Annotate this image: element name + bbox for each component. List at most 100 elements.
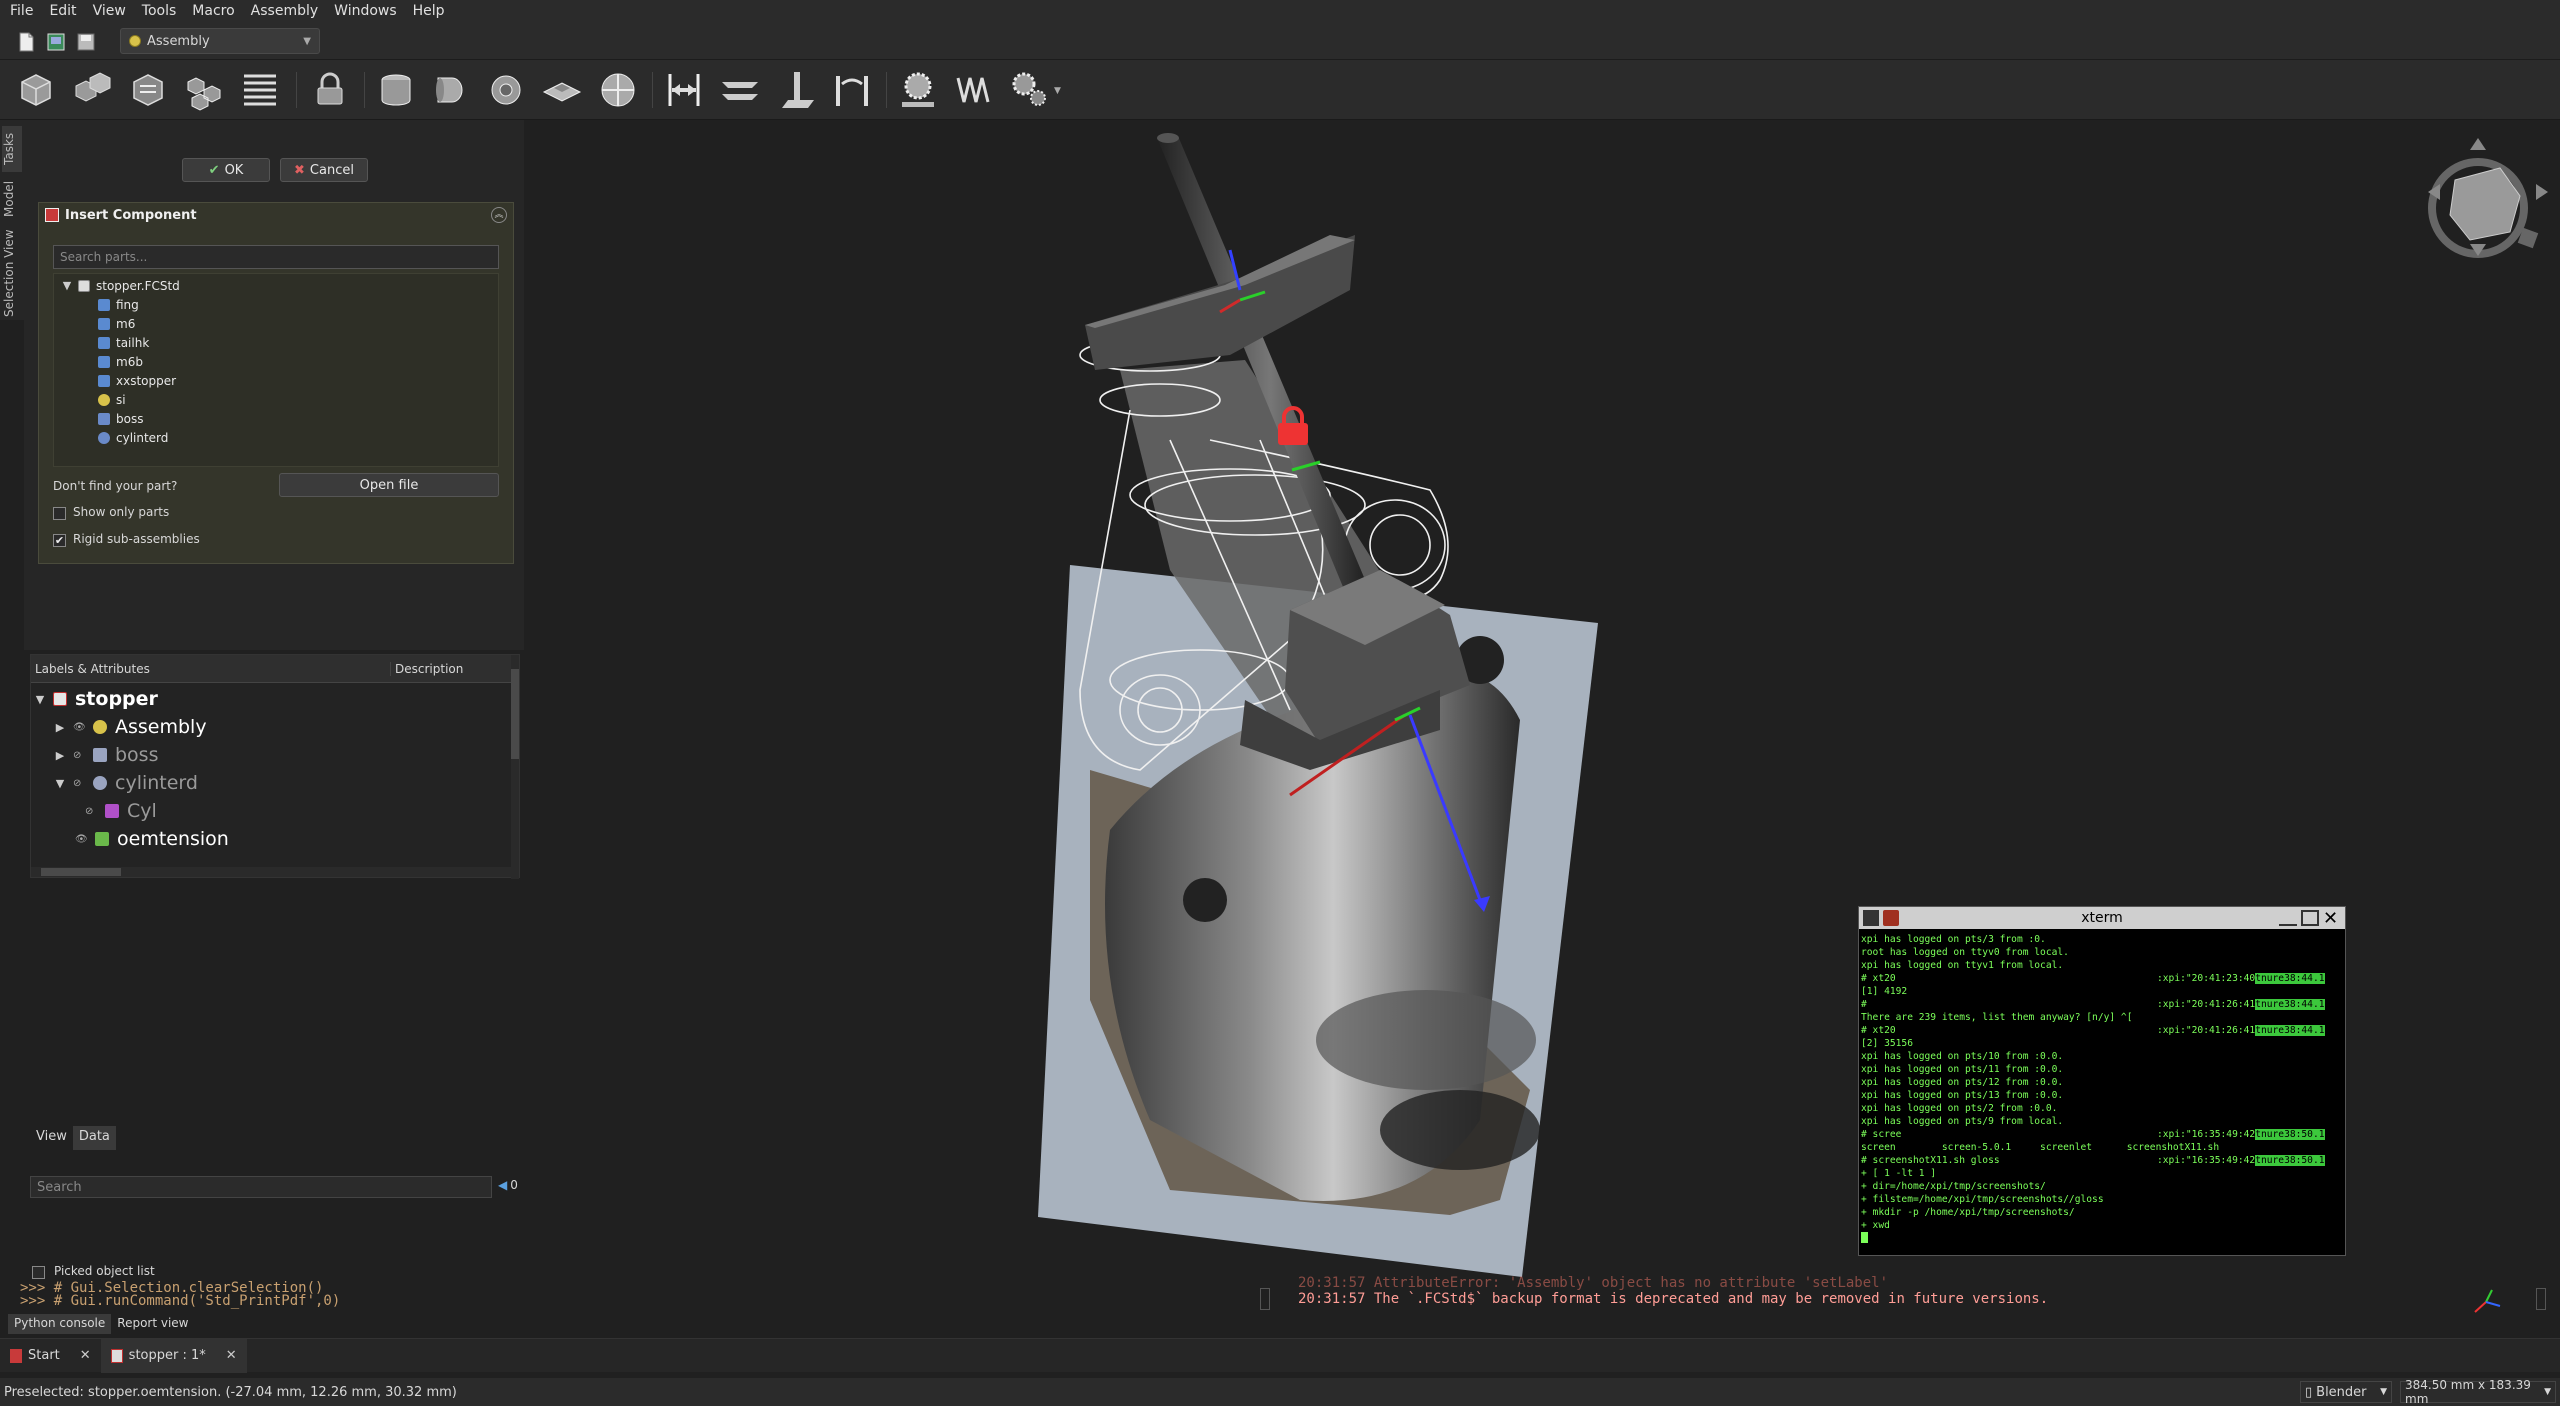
open-file-button[interactable]: Open file (279, 473, 499, 497)
python-console[interactable]: >>> # Gui.Selection.clearSelection() >>>… (20, 1281, 340, 1308)
lock-joint-icon[interactable] (308, 68, 352, 112)
gear-joint-icon[interactable] (896, 68, 940, 112)
parts-tree[interactable]: ▼ stopper.FCStd fing m6 tailhk m6b xxsto… (53, 273, 499, 467)
close-icon[interactable]: ✕ (80, 1348, 91, 1363)
create-bom-group-icon[interactable] (182, 68, 226, 112)
screw-joint-icon[interactable] (952, 68, 996, 112)
collapse-arrow-icon[interactable]: ▼ (35, 693, 45, 706)
dimension-display[interactable]: 384.50 mm x 183.39 mm ▼ (2400, 1378, 2556, 1406)
menu-edit[interactable]: Edit (41, 3, 84, 19)
chevron-down-icon[interactable]: ▼ (1054, 86, 1061, 96)
picked-object-list-checkbox[interactable] (32, 1266, 45, 1279)
insert-component-icon[interactable] (70, 68, 114, 112)
chevron-down-icon: ▼ (2544, 1387, 2551, 1397)
menu-macro[interactable]: Macro (184, 3, 242, 19)
tab-data[interactable]: Data (72, 1126, 116, 1150)
tab-view[interactable]: View (30, 1126, 73, 1150)
workbench-selector[interactable]: Assembly ▼ (120, 28, 320, 54)
body-icon (98, 412, 110, 425)
insert-new-part-icon[interactable] (126, 68, 170, 112)
collapse-arrow-icon[interactable]: ▼ (55, 777, 65, 790)
menu-windows[interactable]: Windows (326, 3, 405, 19)
property-search-input[interactable]: Search (30, 1176, 492, 1198)
eye-hidden-icon[interactable]: ⊘ (73, 750, 85, 761)
part-item-fing[interactable]: fing (98, 295, 139, 314)
tab-selection-view[interactable]: Selection View (2, 226, 22, 320)
scroll-left-arrow[interactable] (1260, 1288, 1270, 1310)
tab-tasks[interactable]: Tasks (2, 126, 22, 172)
xterm-line-text: [2] 35156 (1861, 1038, 1913, 1049)
parallel-joint-icon[interactable] (718, 68, 762, 112)
rigid-sub-assemblies-checkbox[interactable]: ✔ (53, 534, 66, 547)
rod-end (1157, 133, 1179, 143)
cylindrical-joint-icon[interactable] (484, 68, 528, 112)
xterm-line-text: xpi has logged on pts/9 from local. (1861, 1116, 2064, 1127)
perpendicular-joint-icon[interactable] (774, 68, 818, 112)
menu-help[interactable]: Help (405, 3, 453, 19)
part-item-xxstopper[interactable]: xxstopper (98, 371, 176, 390)
search-parts-input[interactable]: Search parts... (53, 245, 499, 269)
tree-row-oemtension[interactable]: 👁 oemtension (75, 825, 229, 853)
expand-arrow-icon[interactable]: ▼ (62, 279, 72, 292)
ok-button[interactable]: ✔ OK (182, 158, 270, 182)
navigation-style-selector[interactable]: ▯ Blender ▼ (2300, 1381, 2392, 1403)
scroll-right-arrow[interactable] (2536, 1288, 2546, 1310)
revolute-joint-icon[interactable] (428, 68, 472, 112)
part-item-boss[interactable]: boss (98, 409, 143, 428)
tab-report-view[interactable]: Report view (111, 1314, 194, 1334)
part-item-m6b[interactable]: m6b (98, 352, 143, 371)
bom-list-icon[interactable] (238, 68, 282, 112)
tab-python-console[interactable]: Python console (8, 1314, 112, 1334)
expand-arrow-icon[interactable]: ▶ (55, 749, 65, 762)
simulation-gears-icon[interactable] (1008, 68, 1052, 112)
tree-row-cyl[interactable]: ⊘ Cyl (85, 797, 157, 825)
xterm-window[interactable]: xterm ✕ xpi has logged on pts/3 from :0.… (1858, 906, 2346, 1256)
show-only-parts-checkbox[interactable] (53, 507, 66, 520)
maximize-icon[interactable] (2301, 910, 2319, 926)
tree-row-boss[interactable]: ▶ ⊘ boss (55, 741, 159, 769)
tree-row-cylinterd[interactable]: ▼ ⊘ cylinterd (55, 769, 198, 797)
menu-assembly[interactable]: Assembly (243, 3, 326, 19)
tab-model[interactable]: Model (2, 176, 22, 222)
vertical-scrollbar[interactable] (511, 655, 519, 879)
save-icon[interactable] (74, 30, 98, 54)
slider-joint-icon[interactable] (540, 68, 584, 112)
tab-start[interactable]: Start ✕ (0, 1339, 101, 1373)
tree-row-file[interactable]: ▼ stopper.FCStd (62, 276, 180, 295)
angle-joint-icon[interactable] (830, 68, 874, 112)
distance-joint-icon[interactable] (662, 68, 706, 112)
window-menu-icon[interactable] (1863, 910, 1879, 926)
close-icon[interactable]: ✕ (226, 1348, 237, 1363)
menu-tools[interactable]: Tools (134, 3, 185, 19)
new-assembly-icon[interactable] (14, 68, 58, 112)
minimize-icon[interactable] (2279, 910, 2297, 926)
eye-icon[interactable]: 👁 (73, 722, 86, 733)
part-item-si[interactable]: si (98, 390, 126, 409)
menu-view[interactable]: View (85, 3, 134, 19)
ball-joint-icon[interactable] (596, 68, 640, 112)
xterm-titlebar[interactable]: xterm ✕ (1859, 907, 2345, 929)
description-column-header[interactable]: Description (391, 662, 463, 676)
xterm-output[interactable]: xpi has logged on pts/3 from :0. root has… (1861, 933, 2345, 1243)
menu-file[interactable]: File (0, 3, 41, 19)
xterm-line-text: # screenshotX11.sh gloss (1861, 1155, 2000, 1166)
tree-row-assembly[interactable]: ▶ 👁 Assembly (55, 713, 207, 741)
part-item-tailhk[interactable]: tailhk (98, 333, 149, 352)
new-file-icon[interactable] (14, 30, 38, 54)
collapse-panel-icon[interactable]: ︽ (491, 207, 507, 223)
open-file-icon[interactable] (44, 30, 68, 54)
tab-stopper[interactable]: stopper : 1* ✕ (100, 1338, 247, 1373)
cancel-button[interactable]: ✖ Cancel (280, 158, 368, 182)
close-icon[interactable]: ✕ (2323, 908, 2338, 929)
eye-icon[interactable]: 👁 (75, 834, 88, 845)
tree-label: cylinterd (115, 772, 198, 794)
part-item-cylinterd[interactable]: cylinterd (98, 428, 168, 447)
fixed-joint-icon[interactable] (374, 68, 418, 112)
tree-row-stopper[interactable]: ▼ stopper (35, 685, 158, 713)
eye-hidden-icon[interactable]: ⊘ (73, 778, 85, 789)
expand-arrow-icon[interactable]: ▶ (55, 721, 65, 734)
part-item-m6[interactable]: m6 (98, 314, 135, 333)
horizontal-scrollbar[interactable] (31, 867, 511, 877)
labels-column-header[interactable]: Labels & Attributes (31, 661, 391, 676)
eye-hidden-icon[interactable]: ⊘ (85, 806, 97, 817)
